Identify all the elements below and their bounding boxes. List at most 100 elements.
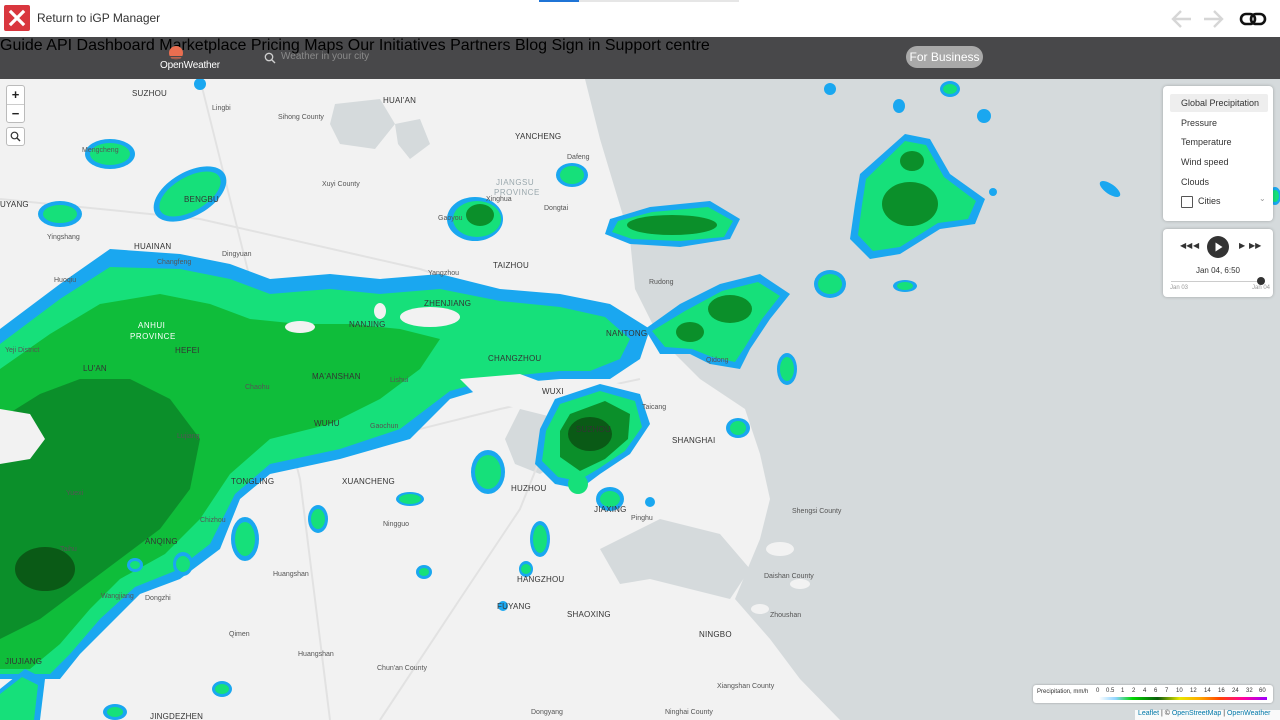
map-label: HUAI'AN	[383, 96, 417, 105]
close-icon[interactable]	[4, 5, 30, 31]
arrow-right-icon[interactable]	[1200, 6, 1226, 32]
zoom-control: + −	[6, 85, 25, 123]
map-label: Taicang	[642, 404, 667, 411]
map-label: Chizhou	[200, 517, 226, 524]
map-label: Lujiang	[177, 433, 200, 440]
loading-progress	[539, 0, 579, 2]
map-search-button[interactable]	[6, 127, 25, 146]
support-centre-link[interactable]: Support centre	[605, 37, 710, 54]
map-label: ANHUI	[138, 321, 166, 330]
map-label: HEFEI	[175, 346, 200, 355]
weather-map[interactable]: SUZHOU HUAI'AN Lingbi Sihong County YANC…	[0, 79, 1280, 720]
map-label: Dongtai	[544, 205, 569, 212]
current-time: Jan 04, 6:50	[1195, 266, 1241, 275]
search-input[interactable]: Weather in your city	[281, 51, 369, 62]
map-label: JIANGSU	[496, 178, 535, 187]
legend-tick: 0	[1096, 688, 1100, 694]
layers-panel: Global Precipitation Pressure Temperatur…	[1163, 86, 1273, 221]
menu-guide[interactable]: Guide	[0, 37, 43, 54]
step-back-icon[interactable]: ◀	[1193, 241, 1199, 250]
map-label: Zhoushan	[770, 612, 802, 619]
link-icon[interactable]	[1239, 6, 1267, 32]
map-label: Xinghua	[486, 196, 512, 203]
map-label: Yeji District	[5, 347, 40, 354]
osm-link[interactable]: OpenStreetMap	[1172, 710, 1221, 717]
arrow-left-icon[interactable]	[1169, 6, 1195, 32]
map-label: NINGBO	[699, 630, 732, 639]
legend-tick: 2	[1132, 688, 1136, 694]
menu-blog[interactable]: Blog	[515, 37, 547, 54]
cities-dropdown-icon[interactable]: ⌄	[1259, 194, 1266, 203]
map-label: XUANCHENG	[342, 477, 395, 486]
legend-title: Precipitation, mm/h	[1037, 689, 1089, 695]
map-label: WUXI	[542, 387, 564, 396]
search-icon	[10, 131, 21, 142]
map-label: Gaoyou	[438, 215, 463, 222]
timeline-track[interactable]	[1171, 281, 1265, 282]
map-label: Dafeng	[567, 154, 590, 161]
leaflet-link[interactable]: Leaflet	[1138, 710, 1159, 717]
map-label: JIAXING	[594, 505, 627, 514]
menu-partners[interactable]: Partners	[450, 37, 510, 54]
map-label: TONGLING	[231, 477, 275, 486]
map-label: JIUJIANG	[5, 657, 43, 666]
menu-dashboard[interactable]: Dashboard	[77, 37, 155, 54]
map-label: HUAINAN	[134, 242, 172, 251]
timeline-start: Jan 03	[1170, 285, 1189, 291]
timeline-player: ◀◀ ◀ ▶ ▶▶ Jan 04, 6:50 Jan 03 Jan 04	[1163, 229, 1273, 297]
play-button[interactable]	[1207, 236, 1229, 258]
legend-tick: 1	[1121, 688, 1125, 694]
map-label: Ninghai County	[665, 709, 713, 716]
map-label: Lishui	[390, 377, 409, 384]
layer-temperature[interactable]: Temperature	[1181, 137, 1232, 147]
map-label: HUZHOU	[511, 484, 547, 493]
map-label: SHANGHAI	[672, 436, 716, 445]
zoom-in-button[interactable]: +	[7, 86, 24, 104]
map-label: Mengcheng	[82, 147, 119, 154]
legend-ticks: 0 0.5 1 2 4 6 7 10 12 14 16 24 32 60	[1096, 688, 1268, 696]
step-forward-icon[interactable]: ▶	[1239, 241, 1245, 250]
map-canvas[interactable]	[0, 79, 1280, 720]
map-label: JINGDEZHEN	[150, 712, 204, 720]
openweather-logo[interactable]: OpenWeather	[157, 43, 227, 73]
legend-tick: 12	[1190, 688, 1197, 694]
top-bar: Return to iGP Manager	[0, 0, 1280, 38]
map-label: Huangshan	[273, 571, 309, 578]
layer-pressure[interactable]: Pressure	[1181, 118, 1217, 128]
layer-global-precipitation[interactable]: Global Precipitation	[1181, 98, 1259, 108]
map-label: Huangshan	[298, 651, 334, 658]
timeline-end: Jan 04	[1252, 285, 1271, 291]
city-search[interactable]: Weather in your city	[262, 49, 412, 67]
map-label: WUHU	[314, 419, 340, 428]
map-label: HANGZHOU	[517, 575, 565, 584]
sign-in-link[interactable]: Sign in	[551, 37, 600, 54]
legend-tick: 16	[1218, 688, 1225, 694]
legend-tick: 4	[1143, 688, 1147, 694]
zoom-out-button[interactable]: −	[7, 104, 24, 123]
for-business-label: For Business	[909, 50, 980, 64]
for-business-button[interactable]: For Business	[906, 46, 983, 68]
menu-api[interactable]: API	[46, 37, 72, 54]
return-link[interactable]: Return to iGP Manager	[37, 11, 160, 25]
map-label: Shengsi County	[792, 508, 842, 515]
logo-text: OpenWeather	[160, 60, 220, 71]
openweather-link[interactable]: OpenWeather	[1227, 710, 1270, 717]
skip-forward-icon[interactable]: ▶▶	[1249, 241, 1261, 250]
map-label: Qimen	[229, 631, 250, 638]
map-label: Xuyi County	[322, 181, 360, 188]
play-icon	[1215, 242, 1223, 252]
map-label: Rudong	[649, 279, 674, 286]
map-label: BENGBU	[184, 195, 219, 204]
map-label: UYANG	[0, 200, 29, 209]
map-label: Chaohu	[245, 384, 270, 391]
map-label: MA'ANSHAN	[312, 372, 361, 381]
layer-wind-speed[interactable]: Wind speed	[1181, 157, 1229, 167]
timeline-knob[interactable]	[1257, 277, 1265, 285]
map-label: ANQING	[145, 537, 178, 546]
skip-back-icon[interactable]: ◀◀	[1180, 241, 1192, 250]
map-label: Lingbi	[212, 105, 231, 112]
cities-checkbox[interactable]	[1181, 196, 1193, 208]
map-label: SHAOXING	[567, 610, 611, 619]
layer-clouds[interactable]: Clouds	[1181, 177, 1209, 187]
legend-tick: 32	[1246, 688, 1253, 694]
